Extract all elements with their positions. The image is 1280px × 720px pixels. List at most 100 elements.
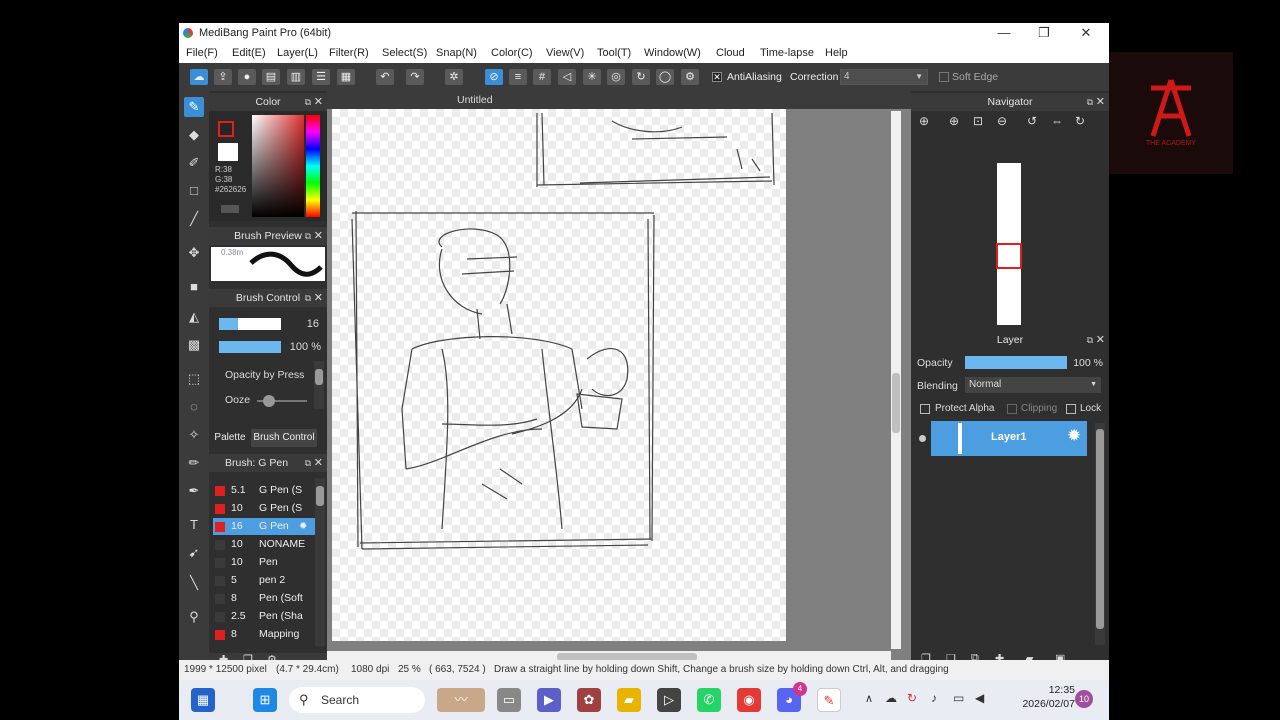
- menu-window[interactable]: Window(W): [644, 47, 701, 59]
- brush-list-item[interactable]: 5 pen 2: [213, 572, 317, 589]
- close-panel-icon[interactable]: ✕: [1096, 93, 1105, 111]
- tab-palette[interactable]: Palette: [209, 429, 251, 447]
- close-panel-icon[interactable]: ✕: [1096, 331, 1105, 349]
- brush-list-item[interactable]: 10 NONAME: [213, 536, 317, 553]
- close-panel-icon[interactable]: ✕: [314, 289, 323, 307]
- layer-visibility-icon[interactable]: [919, 435, 926, 442]
- brush-list-item[interactable]: 2.5 Pen (Sha: [213, 608, 317, 625]
- zoom-out-icon[interactable]: ⊖: [997, 114, 1007, 128]
- ooze-slider[interactable]: [257, 395, 307, 407]
- canvas-document[interactable]: [332, 109, 786, 641]
- divide-tool-icon[interactable]: ╲: [184, 573, 204, 593]
- tray-cloud-icon[interactable]: ☁: [885, 691, 897, 705]
- tray-chevron-icon[interactable]: ∧: [865, 692, 873, 705]
- zoom-in-2-icon[interactable]: ⊕: [949, 114, 959, 128]
- brush-list-item[interactable]: 16 G Pen ✹: [213, 518, 317, 535]
- loading-icon[interactable]: ✲: [445, 69, 463, 85]
- gradient-tool-icon[interactable]: ▩: [184, 335, 204, 355]
- layer-list-scrollbar[interactable]: [1095, 423, 1105, 645]
- float-icon[interactable]: ⧉: [305, 93, 311, 111]
- canvas-tab[interactable]: Untitled: [327, 91, 911, 109]
- video-call-icon[interactable]: ▶: [537, 688, 561, 712]
- protect-alpha-checkbox[interactable]: [920, 404, 930, 414]
- sv-picker[interactable]: [252, 115, 304, 217]
- brush-list-item[interactable]: 5.1 G Pen (S: [213, 482, 317, 499]
- grid-snap-icon[interactable]: #: [533, 69, 551, 85]
- lips-image-icon[interactable]: 〰: [437, 688, 485, 712]
- comment-icon[interactable]: ●: [238, 69, 256, 85]
- taskbar-clock[interactable]: 12:35 2026/02/07: [1005, 684, 1075, 710]
- perspective-snap-icon[interactable]: ◁: [558, 69, 576, 85]
- operation-tool-icon[interactable]: ➹: [184, 543, 204, 563]
- select-pen-tool-icon[interactable]: ✏: [184, 453, 204, 473]
- menu-file[interactable]: File(F): [186, 47, 218, 59]
- image-app-icon[interactable]: ✿: [577, 688, 601, 712]
- float-icon[interactable]: ⧉: [305, 227, 311, 245]
- eyedropper-tool-icon[interactable]: ⚲: [184, 607, 204, 627]
- ooze-slider-knob[interactable]: [263, 395, 275, 407]
- chrome-icon[interactable]: ◉: [737, 688, 761, 712]
- background-color-swatch[interactable]: [218, 143, 238, 161]
- undo-icon[interactable]: ↶: [376, 69, 394, 85]
- brush-list-scrollbar[interactable]: [315, 478, 325, 646]
- task-view-icon[interactable]: ▭: [497, 688, 521, 712]
- canvas-vertical-scrollbar[interactable]: [891, 111, 901, 649]
- zoom-in-icon[interactable]: ⊕: [919, 114, 929, 128]
- brush-control-scrollbar[interactable]: [314, 361, 324, 409]
- menu-color[interactable]: Color(C): [491, 47, 533, 59]
- hue-slider[interactable]: [306, 115, 320, 217]
- eraser-tool-icon[interactable]: ◆: [184, 125, 204, 145]
- opacity-by-pressure-label[interactable]: Opacity by Press: [225, 369, 307, 381]
- menu-layer[interactable]: Layer(L): [277, 47, 318, 59]
- brush-list-item[interactable]: 10 Pen: [213, 554, 317, 571]
- discord-icon[interactable]: ◕ 4: [777, 682, 807, 712]
- clipping-checkbox[interactable]: [1007, 404, 1017, 414]
- restore-button[interactable]: ❐: [1024, 23, 1064, 43]
- brush-list-item[interactable]: 10 G Pen (S: [213, 500, 317, 517]
- windows-start-icon[interactable]: ⊞: [253, 688, 277, 712]
- menu-tool[interactable]: Tool(T): [597, 47, 631, 59]
- fit-icon[interactable]: ⊡: [973, 114, 983, 128]
- magic-wand-tool-icon[interactable]: ✧: [184, 425, 204, 445]
- close-button[interactable]: ✕: [1066, 23, 1106, 43]
- brush-size-slider[interactable]: [219, 318, 281, 330]
- text-tool-icon[interactable]: T: [184, 515, 204, 535]
- brush-list-item[interactable]: 8 Pen (Soft: [213, 590, 317, 607]
- brush-tool-icon[interactable]: ✎: [184, 97, 204, 117]
- snap-off-icon[interactable]: ⊘: [485, 69, 503, 85]
- widgets-icon[interactable]: ▦: [191, 688, 215, 712]
- media-player-icon[interactable]: ▷: [657, 688, 681, 712]
- antialiasing-checkbox[interactable]: ✕: [712, 72, 722, 82]
- lock-checkbox[interactable]: [1066, 404, 1076, 414]
- grid-menu-icon[interactable]: ▦: [337, 69, 355, 85]
- float-icon[interactable]: ⧉: [305, 289, 311, 307]
- settings-icon[interactable]: ⚙: [681, 69, 699, 85]
- layer-opacity-slider[interactable]: [965, 356, 1067, 369]
- float-icon[interactable]: ⧉: [1087, 93, 1093, 111]
- tray-sync-icon[interactable]: ↻: [907, 691, 917, 705]
- cloud-upload-icon[interactable]: ☁: [190, 69, 208, 85]
- page-icon[interactable]: ▥: [287, 69, 305, 85]
- menu-edit[interactable]: Edit(E): [232, 47, 266, 59]
- taskbar-search[interactable]: ⚲ Search: [289, 687, 425, 713]
- close-panel-icon[interactable]: ✕: [314, 227, 323, 245]
- scroll-thumb[interactable]: [892, 373, 900, 433]
- medibang-icon[interactable]: ✎: [817, 688, 841, 712]
- correction-select[interactable]: 4 ▼: [840, 69, 928, 85]
- navigator-viewport[interactable]: [996, 243, 1022, 269]
- minimize-button[interactable]: —: [984, 23, 1024, 43]
- shape-tool-icon[interactable]: □: [184, 181, 204, 201]
- scroll-thumb[interactable]: [316, 486, 324, 506]
- tab-brush-control[interactable]: Brush Control: [251, 429, 317, 447]
- fill-rect-tool-icon[interactable]: ■: [184, 277, 204, 297]
- move-tool-icon[interactable]: ✥: [184, 243, 204, 263]
- parallel-snap-icon[interactable]: ≡: [509, 69, 527, 85]
- menu-select[interactable]: Select(S): [382, 47, 427, 59]
- menu-cloud[interactable]: Cloud: [716, 47, 745, 59]
- float-icon[interactable]: ⧉: [1087, 331, 1093, 349]
- menu-view[interactable]: View(V): [546, 47, 584, 59]
- rotate-right-icon[interactable]: ↻: [1075, 114, 1085, 128]
- float-icon[interactable]: ⧉: [305, 454, 311, 472]
- flip-icon[interactable]: ⇔: [1051, 114, 1063, 128]
- brush-settings-gear-icon[interactable]: ✹: [299, 518, 307, 535]
